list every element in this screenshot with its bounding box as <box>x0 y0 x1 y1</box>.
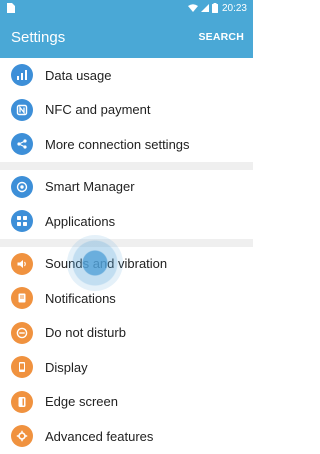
settings-item-sounds[interactable]: Sounds and vibration <box>0 247 253 282</box>
settings-group-connections: Data usage NFC and payment More connecti… <box>0 58 253 162</box>
battery-icon <box>211 3 218 13</box>
volume-icon <box>11 252 33 275</box>
smart-manager-icon <box>11 175 33 198</box>
settings-item-label: Applications <box>45 213 116 229</box>
settings-item-label: Advanced features <box>45 428 154 444</box>
divider <box>0 161 253 170</box>
do-not-disturb-icon <box>11 321 33 344</box>
settings-item-label: Display <box>45 359 88 375</box>
settings-item-label: Data usage <box>45 67 112 83</box>
connections-icon <box>11 133 33 156</box>
page-title: Settings <box>11 28 66 46</box>
display-icon <box>11 356 33 379</box>
sim-card-icon <box>7 3 15 13</box>
settings-item-more-connections[interactable]: More connection settings <box>0 127 253 162</box>
settings-item-smart-manager[interactable]: Smart Manager <box>0 170 253 205</box>
settings-item-do-not-disturb[interactable]: Do not disturb <box>0 316 253 351</box>
apps-grid-icon <box>11 210 33 233</box>
status-bar: 20:23 <box>0 0 253 16</box>
edge-screen-icon <box>11 390 33 413</box>
settings-item-label: Smart Manager <box>45 179 135 195</box>
notification-icon <box>11 287 33 310</box>
divider <box>0 238 253 247</box>
settings-item-label: Notifications <box>45 290 116 306</box>
settings-item-notifications[interactable]: Notifications <box>0 281 253 316</box>
settings-list: Data usage NFC and payment More connecti… <box>0 58 253 454</box>
clock: 20:23 <box>221 2 247 14</box>
settings-item-data-usage[interactable]: Data usage <box>0 58 253 93</box>
signal-icon <box>200 4 209 12</box>
app-bar: Settings SEARCH <box>0 16 253 58</box>
settings-item-applications[interactable]: Applications <box>0 204 253 239</box>
settings-group-device: Smart Manager Applications <box>0 169 253 239</box>
settings-item-label: NFC and payment <box>45 102 151 118</box>
wifi-icon <box>187 4 198 12</box>
settings-item-display[interactable]: Display <box>0 350 253 385</box>
nfc-icon <box>11 98 33 121</box>
settings-item-label: Sounds and vibration <box>45 256 168 272</box>
bar-chart-icon <box>11 64 33 87</box>
settings-item-edge-screen[interactable]: Edge screen <box>0 385 253 420</box>
settings-group-personal: Sounds and vibration Notifications Do no… <box>0 246 253 454</box>
settings-item-label: More connection settings <box>45 136 190 152</box>
settings-item-label: Edge screen <box>45 394 118 410</box>
advanced-features-icon <box>11 425 33 448</box>
settings-item-label: Do not disturb <box>45 325 126 341</box>
search-button[interactable]: SEARCH <box>198 31 244 43</box>
settings-item-advanced-features[interactable]: Advanced features <box>0 419 253 454</box>
settings-item-nfc[interactable]: NFC and payment <box>0 93 253 128</box>
